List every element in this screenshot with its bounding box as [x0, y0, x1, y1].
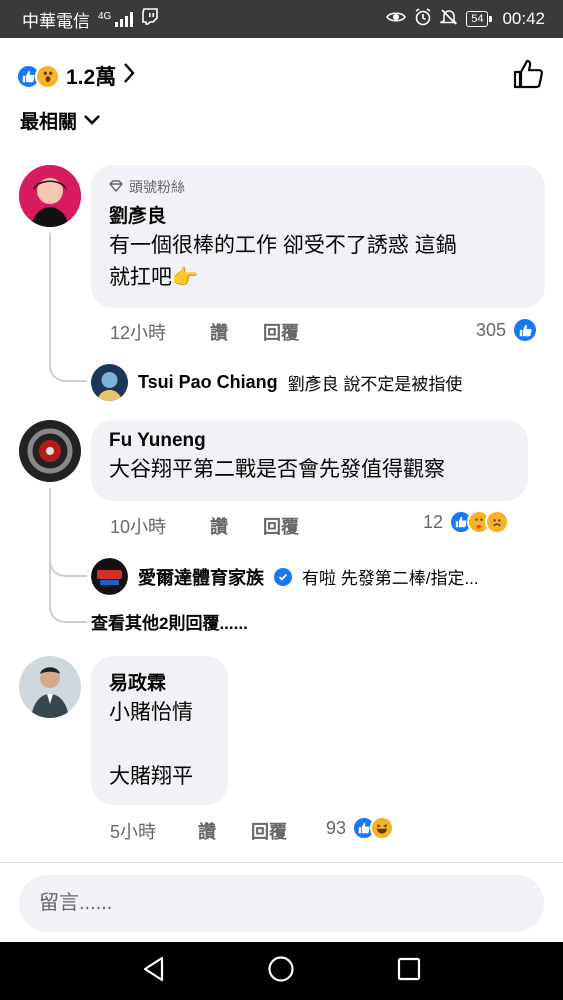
comment-author[interactable]: 易政霖 [109, 668, 210, 695]
comment-reactions[interactable]: 12 [423, 510, 510, 534]
comment-text-line1: 小賭怡情 [109, 701, 193, 724]
alarm-icon [414, 7, 432, 31]
chevron-down-icon [83, 110, 101, 132]
comment-time[interactable]: 12小時 [110, 319, 210, 345]
reaction-count: 305 [476, 319, 507, 340]
avatar [91, 558, 128, 595]
home-circle-icon [267, 955, 295, 988]
avatar[interactable] [19, 165, 81, 227]
top-fan-badge: 頭號粉絲 [109, 177, 527, 197]
reaction-icons [16, 63, 60, 89]
like-button[interactable]: 讚 [210, 319, 263, 345]
battery-level: 54 [471, 13, 484, 25]
recents-square-icon [397, 957, 421, 986]
reaction-summary[interactable]: 1.2萬 [16, 61, 136, 91]
status-right: 54 00:42 [386, 7, 545, 31]
battery-icon: 54 [466, 11, 493, 27]
comment-composer-bar [0, 862, 563, 942]
like-button[interactable]: 讚 [198, 818, 251, 844]
comment-actions: 12小時 讚 回覆 [110, 319, 299, 345]
chevron-right-icon [122, 62, 136, 91]
like-icon [512, 317, 539, 343]
badge-label: 頭號粉絲 [129, 179, 185, 195]
thread-connector [49, 592, 87, 623]
sad-icon [485, 510, 510, 534]
status-left: 中華電信 4G [22, 7, 159, 32]
view-more-replies-link[interactable]: 查看其他2則回覆...... [91, 609, 248, 634]
comment-reactions[interactable]: 305 [476, 317, 539, 343]
carrier-label: 中華電信 [22, 11, 90, 31]
network-label: 4G [98, 10, 112, 22]
haha-icon [370, 816, 395, 840]
comment-actions: 10小時 讚 回覆 [110, 513, 299, 539]
reply-preview[interactable]: Tsui Pao Chiang 劉彥良 說不定是被指使 [91, 364, 462, 401]
like-post-button[interactable] [510, 58, 546, 94]
comment-bubble[interactable]: 頭號粉絲 劉彥良 有一個很棒的工作 卻受不了誘惑 這鍋 就扛吧👉 [91, 165, 545, 308]
verified-badge-icon [274, 567, 292, 586]
reply-text: 有啦 先發第二棒/指定... [302, 569, 479, 588]
comment-text-line2: 大賭翔平 [109, 765, 193, 788]
thread-line [49, 233, 51, 363]
back-button[interactable] [134, 951, 174, 991]
reply-author: 愛爾達體育家族 [138, 567, 264, 588]
back-triangle-icon [142, 956, 166, 987]
reply-button[interactable]: 回覆 [263, 319, 299, 345]
comment-bubble[interactable]: 易政霖 小賭怡情 大賭翔平 [91, 656, 228, 805]
signal-icon [115, 11, 134, 27]
comment-bubble[interactable]: Fu Yuneng 大谷翔平第二戰是否會先發值得觀察 [91, 420, 528, 501]
recents-button[interactable] [389, 951, 429, 991]
reply-preview[interactable]: 愛爾達體育家族 有啦 先發第二棒/指定... [91, 558, 479, 595]
reaction-count: 12 [423, 511, 444, 532]
comment-time[interactable]: 5小時 [110, 818, 198, 844]
eye-icon [386, 9, 407, 29]
reply-author: Tsui Pao Chiang [138, 372, 278, 392]
comment-text-line1: 有一個很棒的工作 卻受不了誘惑 這鍋 [109, 234, 457, 257]
diamond-icon [109, 179, 123, 195]
avatar[interactable] [19, 656, 81, 718]
sort-dropdown[interactable]: 最相關 [20, 107, 101, 134]
avatar[interactable] [19, 420, 81, 482]
reaction-header: 1.2萬 [16, 56, 546, 96]
reaction-count: 93 [326, 817, 347, 838]
reply-button[interactable]: 回覆 [251, 818, 287, 844]
twitch-icon [141, 7, 159, 31]
clock-time: 00:42 [502, 9, 545, 28]
comment-text-line2: 就扛吧👉 [109, 266, 199, 289]
thumbs-up-icon [512, 58, 544, 95]
like-button[interactable]: 讚 [210, 513, 263, 539]
system-nav-bar [0, 942, 563, 1000]
comment-input[interactable] [19, 875, 544, 932]
comment-reactions[interactable]: 93 [326, 816, 395, 840]
status-bar: 中華電信 4G 54 00:42 [0, 0, 563, 38]
reaction-icons [352, 816, 395, 840]
mute-bell-icon [440, 8, 458, 31]
thread-connector [49, 545, 87, 577]
comment-text: 大谷翔平第二戰是否會先發值得觀察 [109, 458, 445, 481]
avatar [91, 364, 128, 401]
comment-time[interactable]: 10小時 [110, 513, 210, 539]
sort-label: 最相關 [20, 112, 78, 133]
reply-button[interactable]: 回覆 [263, 513, 299, 539]
comment-actions: 5小時 讚 回覆 [110, 818, 287, 844]
reaction-total: 1.2萬 [66, 66, 117, 89]
reply-text: 劉彥良 說不定是被指使 [287, 375, 463, 394]
comment-author[interactable]: Fu Yuneng [109, 430, 510, 452]
home-button[interactable] [261, 951, 301, 991]
comment-author[interactable]: 劉彥良 [109, 201, 527, 228]
wow-icon [35, 63, 60, 89]
reaction-icons [449, 510, 510, 534]
thread-connector [49, 350, 87, 382]
